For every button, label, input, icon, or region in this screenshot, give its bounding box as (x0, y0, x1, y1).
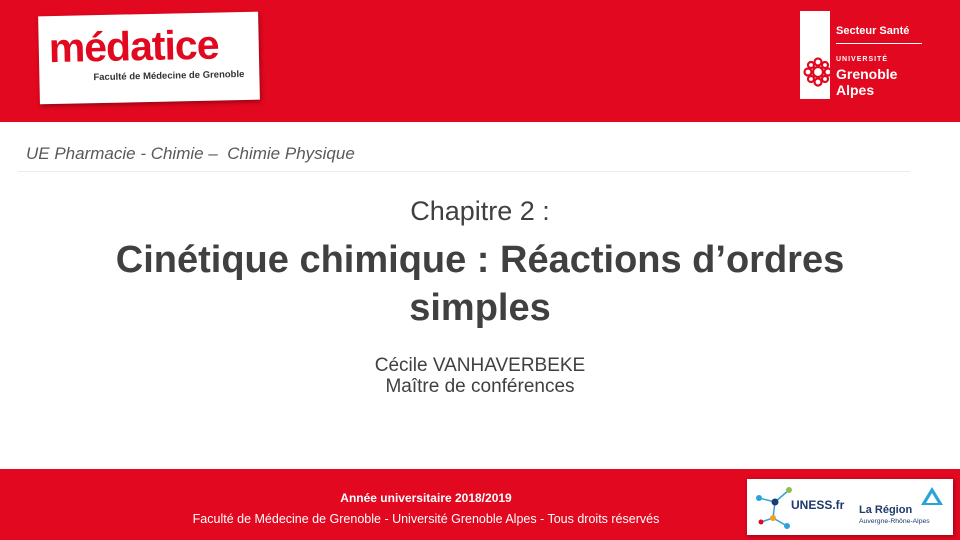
ue-subtitle: UE Pharmacie - Chimie – Chimie Physique (26, 144, 355, 163)
region-logo-subtitle: Auvergne-Rhône-Alpes (859, 518, 930, 525)
uga-universite-label: UNIVERSITÉ (836, 56, 889, 63)
uga-logo: Secteur Santé UNIVERSITÉ Grenoble Alpes (800, 11, 926, 99)
slide-title-line-2: simples (409, 287, 551, 329)
academic-year: Année universitaire 2018/2019 (340, 491, 512, 505)
uga-grenoble-label: Grenoble (836, 66, 898, 82)
copyright-notice: Faculté de Médecine de Grenoble - Univer… (192, 512, 660, 526)
uga-divider (836, 43, 922, 44)
region-logo-title: La Région (859, 504, 913, 516)
author-role: Maître de conférences (385, 376, 575, 397)
medatice-logo-word: médatice (48, 21, 219, 72)
secteur-sante-label: Secteur Santé (836, 25, 910, 37)
uness-logo-text: UNESS.fr (791, 498, 845, 512)
subtitle-divider (18, 171, 910, 172)
author-name: Cécile VANHAVERBEKE (374, 355, 586, 376)
slide-title-line-1: Cinétique chimique : Réactions d’ordres (115, 239, 845, 281)
slide-title: Cinétique chimique : Réactions d’ordres … (40, 236, 920, 332)
uga-rosette-icon (803, 57, 833, 87)
medatice-logo: médatice Faculté de Médecine de Grenoble (38, 11, 260, 105)
region-mountain-icon (921, 487, 943, 505)
uga-alpes-label: Alpes (836, 82, 875, 98)
partner-logos: UNESS.fr La Région Auvergne-Rhône-Alpes (747, 479, 953, 535)
medatice-logo-subtitle: Faculté de Médecine de Grenoble (93, 69, 245, 84)
chapter-label: Chapitre 2 : (410, 196, 550, 226)
